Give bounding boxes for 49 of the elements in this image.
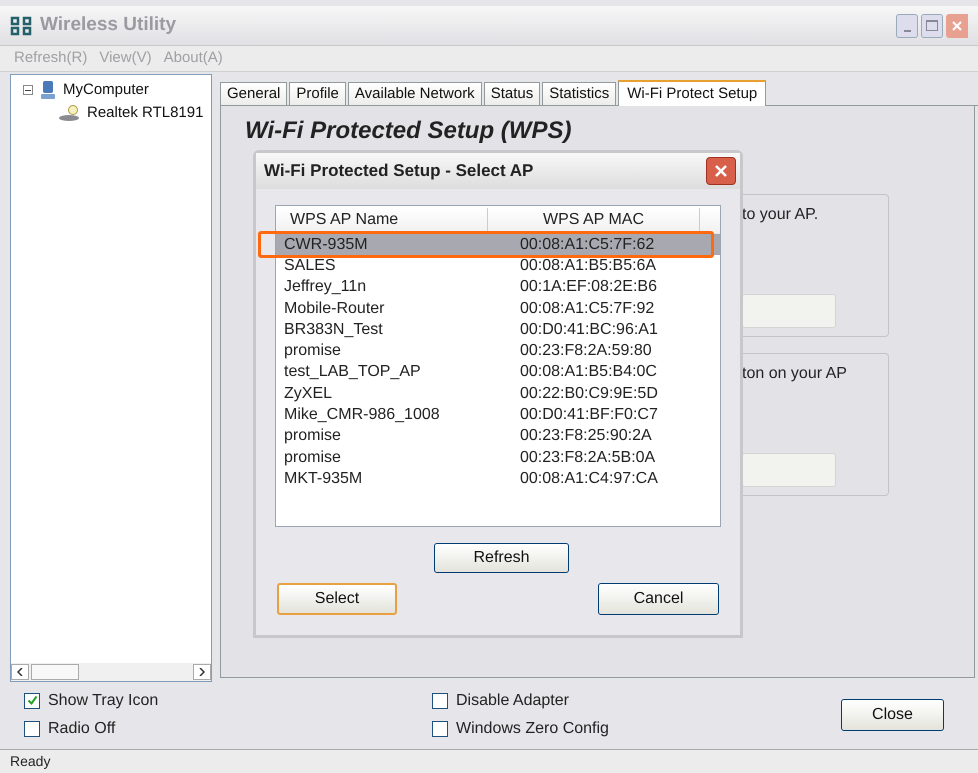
tree-item[interactable]: Realtek RTL8191 <box>87 102 204 124</box>
list-row[interactable]: BR383N_Test 00:D0:41:BC:96:A1 <box>276 319 720 340</box>
close-icon[interactable] <box>706 157 736 185</box>
section-heading: Wi-Fi Protected Setup (WPS) <box>245 118 572 144</box>
column-header[interactable]: WPS AP MAC <box>488 208 700 232</box>
cancel-button[interactable]: Cancel <box>598 583 719 615</box>
checkbox[interactable] <box>24 692 40 708</box>
instruction-text: to your AP. <box>742 205 820 225</box>
list-row[interactable]: Mobile-Router 00:08:A1:C5:7F:92 <box>276 298 720 320</box>
tab[interactable]: Profile <box>289 82 346 105</box>
list-row[interactable]: promise 00:23:F8:2A:59:80 <box>276 340 720 362</box>
checkbox-label: Windows Zero Config <box>456 718 609 738</box>
list-row[interactable]: Mike_CMR-986_1008 00:D0:41:BF:F0:C7 <box>276 404 720 426</box>
maximize-button[interactable] <box>921 14 943 38</box>
checkbox[interactable] <box>432 692 448 708</box>
tab[interactable]: Available Network <box>348 82 482 105</box>
column-header[interactable]: WPS AP Name <box>276 208 488 232</box>
tab[interactable]: Statistics <box>542 82 616 105</box>
list-row[interactable]: promise 00:23:F8:2A:5B:0A <box>276 446 720 468</box>
checkbox[interactable] <box>432 720 448 736</box>
collapse-toggle[interactable] <box>23 85 33 96</box>
text-field[interactable] <box>742 294 836 328</box>
list-row[interactable]: promise 00:23:F8:25:90:2A <box>276 426 720 447</box>
status-text: Ready <box>10 752 50 771</box>
list-row[interactable]: MKT-935M 00:08:A1:C4:97:CA <box>276 468 720 490</box>
dialog-title: Wi-Fi Protected Setup - Select AP <box>264 160 534 182</box>
instruction-text: ton on your AP <box>742 364 848 384</box>
tab[interactable]: General <box>220 82 288 105</box>
select-button[interactable]: Select <box>277 583 397 615</box>
app-logo-icon <box>10 16 34 36</box>
list-row[interactable]: Jeffrey_11n 00:1A:EF:08:2E:B6 <box>276 276 720 298</box>
checkbox-label: Show Tray Icon <box>48 690 158 710</box>
text-field[interactable] <box>742 453 836 487</box>
list-row[interactable]: CWR-935M 00:08:A1:C5:7F:62 <box>276 234 720 256</box>
tab[interactable]: Wi-Fi Protect Setup <box>618 80 766 106</box>
close-button[interactable]: Close <box>841 698 944 730</box>
window-title: Wireless Utility <box>40 13 176 38</box>
list-row[interactable]: SALES 00:08:A1:B5:B5:6A <box>276 255 720 277</box>
tab[interactable]: Status <box>484 82 540 105</box>
checkbox[interactable] <box>24 720 40 736</box>
computer-icon <box>39 80 57 100</box>
list-row[interactable]: test_LAB_TOP_AP 00:08:A1:B5:B4:0C <box>276 362 720 384</box>
list-row[interactable]: ZyXEL 00:22:B0:C9:9E:5D <box>276 383 720 404</box>
tree-item[interactable]: MyComputer <box>63 79 149 102</box>
checkbox-label: Disable Adapter <box>456 690 569 710</box>
refresh-button[interactable]: Refresh <box>434 543 569 573</box>
minimize-button[interactable] <box>896 14 918 38</box>
horizontal-scrollbar[interactable] <box>11 663 211 681</box>
checkbox-label: Radio Off <box>48 718 116 738</box>
